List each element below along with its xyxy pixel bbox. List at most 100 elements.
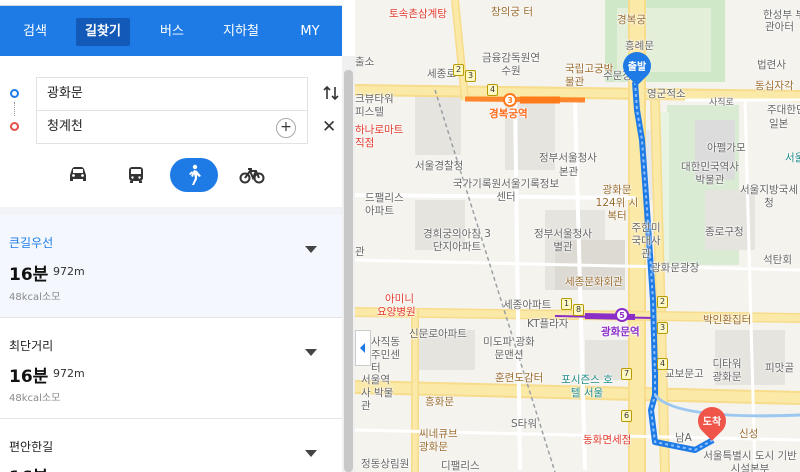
map-label: 교보문고 xyxy=(665,368,704,380)
map-label: 피맛골 xyxy=(765,362,794,374)
map-label: 세종문화회관 xyxy=(565,276,623,288)
map-label: 주한미국대사관 xyxy=(631,222,661,260)
route-calories: 48kcal소모 xyxy=(9,292,61,303)
route-option-1[interactable]: 큰길우선 16분 972m 48kcal소모 xyxy=(0,215,342,317)
end-marker[interactable]: 도착 xyxy=(692,401,732,441)
search-strip xyxy=(0,0,342,6)
app-root: 검색 길찾기 버스 지하철 MY 광화문 청계천 + ✕ 큰길우선 16분 97… xyxy=(0,0,800,472)
map-label: 하나로마트 xyxy=(355,124,404,136)
map-label: 광화문광장 xyxy=(651,262,700,274)
top-nav: 검색 길찾기 버스 지하철 MY xyxy=(0,0,342,56)
map-label: 사직동 주민센터 xyxy=(371,336,400,374)
map-label: 대한민국역사박물관 xyxy=(681,161,739,186)
mode-bus-button[interactable] xyxy=(112,158,160,192)
map-label: 출소 xyxy=(355,56,375,68)
map-label: 포시즌스 호텔 서울 xyxy=(561,374,613,399)
origin-dot-icon xyxy=(10,89,19,98)
bicycle-icon xyxy=(239,168,265,184)
map-label: 서울역사 박물관 xyxy=(361,374,394,412)
tab-subway[interactable]: 지하철 xyxy=(215,18,267,46)
route-option-3[interactable]: 편안한길 16분 xyxy=(0,419,342,472)
map-label: 정부서울청사 별관 xyxy=(534,228,592,253)
route-name: 큰길우선 xyxy=(9,236,54,250)
chevron-down-icon[interactable] xyxy=(305,349,317,356)
map-label: 직점 xyxy=(355,137,375,149)
map-label: 광화문 124위 시복터 xyxy=(595,184,639,222)
car-icon xyxy=(70,167,86,181)
route-time: 16분 xyxy=(9,265,49,285)
start-marker[interactable]: 출발 xyxy=(617,46,657,86)
map-label: 아미니 xyxy=(385,293,414,305)
tab-bus[interactable]: 버스 xyxy=(150,18,194,46)
map-label: 경복궁 xyxy=(617,14,646,26)
map-label: 서울지방국세청 xyxy=(740,184,798,209)
subway-exit-badge: 2 xyxy=(657,296,668,308)
map-label: 창의궁 터 xyxy=(491,6,533,18)
add-waypoint-button[interactable]: + xyxy=(276,118,296,138)
directions-panel: 검색 길찾기 버스 지하철 MY 광화문 청계천 + ✕ 큰길우선 16분 97… xyxy=(0,0,342,472)
map-label: 토속촌삼계탕 xyxy=(389,8,447,20)
route-connector xyxy=(14,102,15,116)
route-calories: 48kcal소모 xyxy=(9,393,61,404)
map-label: 석탄회 xyxy=(763,254,792,266)
map-label: 동화면세점 xyxy=(583,434,632,446)
route-time: 16분 xyxy=(9,463,48,472)
destination-dot-icon xyxy=(10,122,19,131)
map-label: 사직로 xyxy=(709,98,734,108)
subway-line-5-icon[interactable]: 5 xyxy=(615,308,629,322)
close-icon[interactable]: ✕ xyxy=(322,117,336,137)
map-label: 디타워 광화문 xyxy=(712,358,742,383)
bus-icon xyxy=(129,167,143,183)
route-name: 편안한길 xyxy=(9,440,54,454)
map-label: 세종로 xyxy=(427,68,456,80)
map-label: 흥화문 xyxy=(425,396,454,408)
chevron-down-icon[interactable] xyxy=(305,246,317,253)
transport-mode-bar xyxy=(0,156,342,198)
origin-input[interactable]: 광화문 xyxy=(36,77,308,111)
map-label: 일본 xyxy=(769,118,789,130)
map-label: 아파트 xyxy=(365,205,394,217)
subway-exit-badge: 4 xyxy=(487,84,498,96)
map-label: 드팰리스 xyxy=(365,192,404,204)
map-label: 아펠가모 xyxy=(707,142,746,154)
map-label: 관아터 xyxy=(765,21,794,33)
destination-input[interactable]: 청계천 xyxy=(36,110,308,144)
tab-directions[interactable]: 길찾기 xyxy=(76,18,130,46)
map-label: 종로구청 xyxy=(705,226,744,238)
mode-bicycle-button[interactable] xyxy=(228,158,276,192)
map-label: 서울특별시 도시 기반시설본부 xyxy=(703,450,797,472)
tab-search[interactable]: 검색 xyxy=(12,18,58,46)
chevron-down-icon[interactable] xyxy=(305,450,317,457)
map-label: 동십자각 xyxy=(755,80,794,92)
route-name: 최단거리 xyxy=(9,339,54,353)
collapse-panel-button[interactable] xyxy=(355,330,371,366)
map-view[interactable]: 3 5 토속촌삼계탕 창의궁 터 경복궁 한성부 부사 관아터 흥례문 국립고궁… xyxy=(355,0,800,472)
tab-my[interactable]: MY xyxy=(290,18,330,46)
route-distance: 972m xyxy=(53,265,85,278)
map-label: 박인환집터 xyxy=(703,314,752,326)
map-label: 정동상림원 xyxy=(361,458,410,470)
map-label: 정부서울청사 xyxy=(539,152,597,164)
subway-exit-badge: 2 xyxy=(453,64,464,76)
map-label: 훈련도감터 xyxy=(495,372,544,384)
panel-scrollbar-thumb[interactable] xyxy=(344,70,353,472)
subway-exit-badge: 4 xyxy=(657,358,668,370)
tab-bar: 검색 길찾기 버스 지하철 MY xyxy=(0,12,342,50)
map-label: 크뷰타워 xyxy=(355,93,394,105)
route-option-2[interactable]: 최단거리 16분 972m 48kcal소모 xyxy=(0,318,342,418)
route-distance: 972m xyxy=(53,367,85,380)
walk-icon xyxy=(189,164,201,185)
map-label: 서울지방 xyxy=(785,152,800,164)
subway-exit-badge: 3 xyxy=(465,70,476,82)
subway-line-3-icon[interactable]: 3 xyxy=(503,93,517,107)
mode-car-button[interactable] xyxy=(54,158,102,192)
mode-walk-button[interactable] xyxy=(170,158,218,192)
map-label: 씨네큐브 광화문 xyxy=(419,428,458,453)
map-label: S타워 xyxy=(511,418,537,430)
map-label: 남A xyxy=(675,432,692,444)
subway-exit-badge: 1 xyxy=(561,298,572,310)
map-label: 영군적소 xyxy=(647,88,686,100)
swap-icon[interactable] xyxy=(322,84,340,102)
subway-exit-badge: 7 xyxy=(621,368,632,380)
subway-exit-badge: 8 xyxy=(573,304,584,316)
